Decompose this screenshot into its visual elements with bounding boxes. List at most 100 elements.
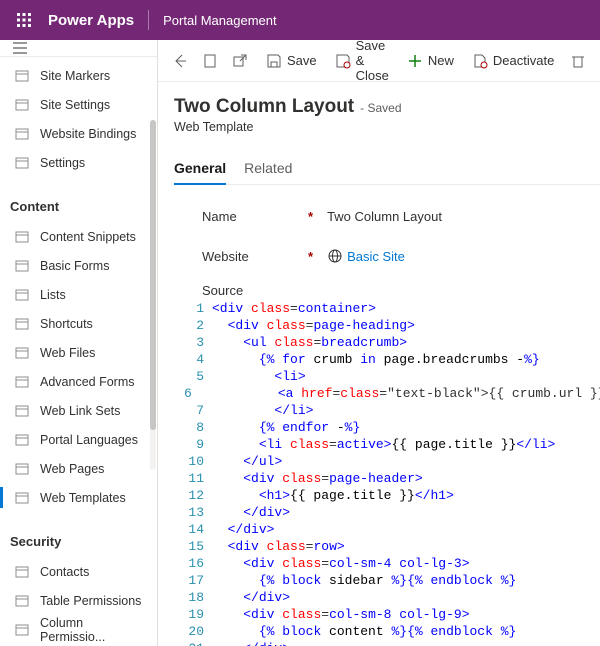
code-line[interactable]: 1<div class=container> bbox=[184, 300, 600, 317]
deactivate-label: Deactivate bbox=[493, 53, 554, 68]
code-line[interactable]: 16 <div class=col-sm-4 col-lg-3> bbox=[184, 555, 600, 572]
nav-item-label: Column Permissio... bbox=[40, 616, 147, 644]
nav-item-portal-languages[interactable]: Portal Languages bbox=[0, 425, 157, 454]
line-number: 6 bbox=[184, 385, 200, 402]
nav-item-label: Web Link Sets bbox=[40, 404, 120, 418]
nav-item-label: Web Files bbox=[40, 346, 95, 360]
nav-item-icon bbox=[14, 97, 30, 113]
app-name[interactable]: Power Apps bbox=[48, 12, 134, 29]
popout-icon bbox=[232, 53, 248, 69]
website-value[interactable]: Basic Site bbox=[347, 249, 405, 264]
code-line[interactable]: 9 <li class=active>{{ page.title }}</li> bbox=[184, 436, 600, 453]
new-button[interactable]: New bbox=[399, 45, 462, 77]
nav-item-column-permissio-[interactable]: Column Permissio... bbox=[0, 615, 157, 644]
nav-item-icon bbox=[14, 490, 30, 506]
code-line[interactable]: 17 {% block sidebar %}{% endblock %} bbox=[184, 572, 600, 589]
nav-item-settings[interactable]: Settings bbox=[0, 148, 157, 177]
code-line[interactable]: 12 <h1>{{ page.title }}</h1> bbox=[184, 487, 600, 504]
code-line[interactable]: 19 <div class=col-sm-8 col-lg-9> bbox=[184, 606, 600, 623]
nav-item-web-pages[interactable]: Web Pages bbox=[0, 454, 157, 483]
code-line[interactable]: 2 <div class=page-heading> bbox=[184, 317, 600, 334]
name-value[interactable]: Two Column Layout bbox=[327, 209, 442, 224]
code-text: <div class=page-heading> bbox=[212, 317, 415, 334]
code-line[interactable]: 18 </div> bbox=[184, 589, 600, 606]
code-text: </li> bbox=[212, 402, 313, 419]
nav-item-web-templates[interactable]: Web Templates bbox=[0, 483, 157, 512]
nav-item-icon bbox=[14, 374, 30, 390]
code-line[interactable]: 11 <div class=page-header> bbox=[184, 470, 600, 487]
code-line[interactable]: 21 </div> bbox=[184, 640, 600, 646]
nav-item-shortcuts[interactable]: Shortcuts bbox=[0, 309, 157, 338]
entity-name: Web Template bbox=[174, 120, 600, 134]
nav-item-table-permissions[interactable]: Table Permissions bbox=[0, 586, 157, 615]
nav-item-label: Web Templates bbox=[40, 491, 126, 505]
line-number: 14 bbox=[184, 521, 212, 538]
nav-item-icon bbox=[14, 287, 30, 303]
open-new-window-button[interactable] bbox=[226, 45, 254, 77]
code-text: <li> bbox=[212, 368, 306, 385]
code-line[interactable]: 4 {% for crumb in page.breadcrumbs -%} bbox=[184, 351, 600, 368]
nav-item-web-files[interactable]: Web Files bbox=[0, 338, 157, 367]
tab-general[interactable]: General bbox=[174, 154, 226, 184]
line-number: 18 bbox=[184, 589, 212, 606]
code-text: {% block content %}{% endblock %} bbox=[212, 623, 516, 640]
code-text: {% for crumb in page.breadcrumbs -%} bbox=[212, 351, 540, 368]
nav-collapse-button[interactable] bbox=[0, 40, 157, 57]
field-website: Website * Basic Site bbox=[202, 243, 590, 269]
save-close-icon bbox=[335, 53, 351, 69]
code-line[interactable]: 3 <ul class=breadcrumb> bbox=[184, 334, 600, 351]
code-text: <h1>{{ page.title }}</h1> bbox=[212, 487, 454, 504]
nav-item-icon bbox=[14, 593, 30, 609]
nav-item-label: Basic Forms bbox=[40, 259, 109, 273]
code-line[interactable]: 20 {% block content %}{% endblock %} bbox=[184, 623, 600, 640]
code-line[interactable]: 15 <div class=row> bbox=[184, 538, 600, 555]
nav-item-content-snippets[interactable]: Content Snippets bbox=[0, 222, 157, 251]
code-line[interactable]: 6 <a href=class="text-black">{{ crumb.ur… bbox=[184, 385, 600, 402]
nav-item-site-markers[interactable]: Site Markers bbox=[0, 61, 157, 90]
nav-item-website-bindings[interactable]: Website Bindings bbox=[0, 119, 157, 148]
save-button[interactable]: Save bbox=[258, 45, 325, 77]
deactivate-button[interactable]: Deactivate bbox=[464, 45, 562, 77]
line-number: 8 bbox=[184, 419, 212, 436]
line-number: 20 bbox=[184, 623, 212, 640]
code-text: </ul> bbox=[212, 453, 282, 470]
app-header: Power Apps Portal Management bbox=[0, 0, 600, 40]
line-number: 10 bbox=[184, 453, 212, 470]
nav-item-label: Contacts bbox=[40, 565, 89, 579]
nav-scrollbar[interactable] bbox=[150, 120, 156, 470]
required-indicator: * bbox=[308, 249, 313, 264]
code-line[interactable]: 5 <li> bbox=[184, 368, 600, 385]
line-number: 11 bbox=[184, 470, 212, 487]
nav-item-basic-forms[interactable]: Basic Forms bbox=[0, 251, 157, 280]
code-line[interactable]: 13 </div> bbox=[184, 504, 600, 521]
app-launcher-icon[interactable] bbox=[8, 4, 40, 36]
code-text: {% endfor -%} bbox=[212, 419, 360, 436]
nav-item-label: Shortcuts bbox=[40, 317, 93, 331]
nav-item-contacts[interactable]: Contacts bbox=[0, 557, 157, 586]
deactivate-icon bbox=[472, 53, 488, 69]
portal-name[interactable]: Portal Management bbox=[163, 13, 276, 28]
nav-item-icon bbox=[14, 155, 30, 171]
form-tabs: General Related bbox=[174, 154, 600, 185]
website-label: Website bbox=[202, 249, 322, 264]
tab-related[interactable]: Related bbox=[244, 154, 292, 184]
save-close-button[interactable]: Save & Close bbox=[327, 45, 397, 77]
code-line[interactable]: 14 </div> bbox=[184, 521, 600, 538]
line-number: 5 bbox=[184, 368, 212, 385]
show-chart-button[interactable] bbox=[196, 45, 224, 77]
back-button[interactable] bbox=[166, 45, 194, 77]
command-bar: Save Save & Close New Deactivate bbox=[158, 40, 600, 82]
nav-item-site-settings[interactable]: Site Settings bbox=[0, 90, 157, 119]
delete-button[interactable] bbox=[564, 45, 592, 77]
nav-item-web-link-sets[interactable]: Web Link Sets bbox=[0, 396, 157, 425]
nav-item-advanced-forms[interactable]: Advanced Forms bbox=[0, 367, 157, 396]
code-line[interactable]: 8 {% endfor -%} bbox=[184, 419, 600, 436]
code-line[interactable]: 10 </ul> bbox=[184, 453, 600, 470]
nav-item-icon bbox=[14, 345, 30, 361]
code-line[interactable]: 7 </li> bbox=[184, 402, 600, 419]
site-map: Site MarkersSite SettingsWebsite Binding… bbox=[0, 40, 158, 646]
source-editor[interactable]: 1<div class=container>2 <div class=page-… bbox=[184, 300, 600, 646]
nav-item-lists[interactable]: Lists bbox=[0, 280, 157, 309]
trash-icon bbox=[570, 53, 586, 69]
nav-item-label: Portal Languages bbox=[40, 433, 138, 447]
